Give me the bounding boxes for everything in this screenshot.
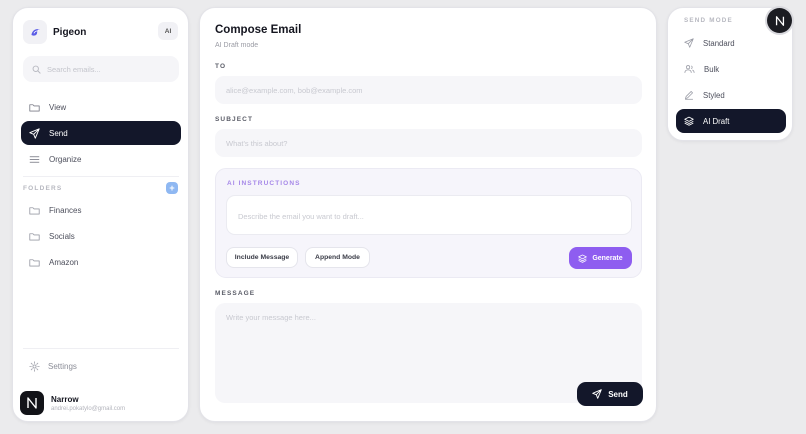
nav-item-label: Organize xyxy=(49,154,82,164)
mode-styled[interactable]: Styled xyxy=(676,83,786,107)
folder-item-label: Socials xyxy=(49,231,75,241)
nav-item-view[interactable]: View xyxy=(21,95,181,119)
send-label: Send xyxy=(608,389,628,399)
page-title: Compose Email xyxy=(215,24,302,36)
search-icon xyxy=(32,65,41,74)
folder-item-label: Amazon xyxy=(49,257,79,267)
generate-button[interactable]: Generate xyxy=(569,247,632,269)
nav-item-label: Send xyxy=(49,128,68,138)
layers-icon xyxy=(684,116,694,126)
folder-icon xyxy=(29,232,40,241)
folder-icon xyxy=(29,103,40,112)
gear-icon xyxy=(29,360,40,372)
subject-label: SUBJECT xyxy=(215,116,254,123)
add-folder-button[interactable]: + xyxy=(166,182,178,194)
page-subtitle: AI Draft mode xyxy=(215,42,259,49)
account-avatar-button[interactable] xyxy=(767,8,792,33)
divider xyxy=(23,176,179,177)
include-message-button[interactable]: Include Message xyxy=(226,247,298,268)
search-box[interactable] xyxy=(23,56,179,82)
nav-item-organize[interactable]: Organize xyxy=(21,147,181,171)
mode-ai-draft[interactable]: AI Draft xyxy=(676,109,786,133)
mode-label: AI Draft xyxy=(703,116,730,126)
users-icon xyxy=(684,64,695,74)
subject-input[interactable] xyxy=(226,138,642,148)
ai-instructions-label: AI INSTRUCTIONS xyxy=(227,180,301,187)
to-input[interactable] xyxy=(226,85,642,95)
send-button[interactable]: Send xyxy=(577,382,643,406)
mode-label: Standard xyxy=(703,38,735,48)
folder-item-amazon[interactable]: Amazon xyxy=(21,252,181,272)
generate-label: Generate xyxy=(592,254,623,262)
divider xyxy=(23,348,179,349)
send-icon xyxy=(684,38,694,48)
mode-bulk[interactable]: Bulk xyxy=(676,57,786,81)
app-name: Pigeon xyxy=(53,26,87,38)
search-input[interactable] xyxy=(47,64,167,74)
brand[interactable]: Pigeon xyxy=(23,20,86,44)
folders-label: FOLDERS xyxy=(23,185,63,192)
ai-instructions-input[interactable] xyxy=(238,212,620,221)
subject-field[interactable] xyxy=(215,129,642,157)
user-email: andrei.pokatylo@gmail.com xyxy=(51,405,126,412)
folder-item-finances[interactable]: Finances xyxy=(21,200,181,220)
ai-badge[interactable]: AI xyxy=(158,22,178,40)
settings-label: Settings xyxy=(48,361,77,371)
nav-item-label: View xyxy=(49,102,67,112)
settings-button[interactable]: Settings xyxy=(21,356,181,376)
mode-label: Bulk xyxy=(704,64,720,74)
send-icon xyxy=(592,389,602,399)
message-label: MESSAGE xyxy=(215,290,256,297)
sidebar: Pigeon AI View Send Organize FOLDERS + F… xyxy=(12,7,189,422)
menu-icon xyxy=(29,155,40,164)
message-input[interactable] xyxy=(226,313,631,373)
layers-icon xyxy=(578,254,588,263)
folder-item-socials[interactable]: Socials xyxy=(21,226,181,246)
to-label: TO xyxy=(215,63,227,70)
folder-icon xyxy=(29,206,40,215)
mode-standard[interactable]: Standard xyxy=(676,31,786,55)
to-field[interactable] xyxy=(215,76,642,104)
folder-item-label: Finances xyxy=(49,205,82,215)
ai-instructions-field[interactable] xyxy=(226,195,632,235)
avatar xyxy=(20,391,44,415)
compose-panel: Compose Email AI Draft mode TO SUBJECT A… xyxy=(199,7,657,422)
pen-icon xyxy=(684,90,694,100)
mode-label: Styled xyxy=(703,90,725,100)
user-name: Narrow xyxy=(51,394,79,404)
append-mode-button[interactable]: Append Mode xyxy=(305,247,370,268)
send-icon xyxy=(29,127,40,139)
ai-instructions-box: AI INSTRUCTIONS Include Message Append M… xyxy=(215,168,642,278)
pigeon-logo-icon xyxy=(23,20,47,44)
send-mode-label: SEND MODE xyxy=(684,17,733,24)
folder-icon xyxy=(29,258,40,267)
user-profile[interactable]: Narrow andrei.pokatylo@gmail.com xyxy=(20,391,125,415)
nav-item-send[interactable]: Send xyxy=(21,121,181,145)
